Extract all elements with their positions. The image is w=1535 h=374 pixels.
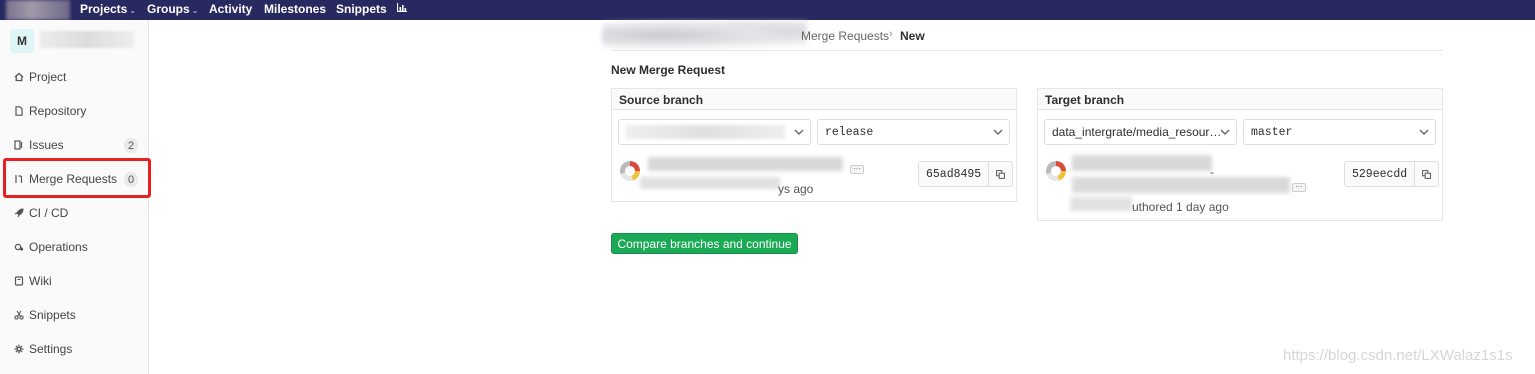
nav-projects[interactable]: Projects ⌄ <box>80 2 136 18</box>
target-branch-panel: Target branch data_intergrate/media_reso… <box>1037 88 1443 221</box>
source-branch-value: release <box>825 125 874 139</box>
commit-title-blurred[interactable] <box>648 157 843 171</box>
chevron-down-icon <box>1419 129 1429 135</box>
copy-sha-button[interactable] <box>1415 162 1438 186</box>
source-branch-header: Source branch <box>612 89 1016 110</box>
breadcrumb-current: New <box>900 29 925 43</box>
sidebar-item-label: Project <box>29 70 67 84</box>
target-project-value: data_intergrate/media_resour… <box>1052 125 1222 139</box>
target-branch-header: Target branch <box>1038 89 1442 110</box>
commit-dash: - <box>1210 165 1214 179</box>
target-branch-value: master <box>1251 125 1293 139</box>
target-project-select[interactable]: data_intergrate/media_resour… <box>1044 119 1237 145</box>
nav-groups-label: Groups <box>147 2 190 16</box>
divider <box>611 50 1443 51</box>
commit-title-blurred[interactable] <box>1072 155 1212 171</box>
sidebar-item-operations[interactable]: Operations <box>14 238 88 256</box>
sidebar-item-project[interactable]: Project <box>14 68 66 86</box>
sidebar-item-wiki[interactable]: Wiki <box>14 272 52 290</box>
issues-icon <box>14 140 24 150</box>
issues-count-badge: 2 <box>124 138 138 153</box>
sidebar-item-label: Settings <box>29 342 73 356</box>
cloud-gear-icon <box>14 242 24 252</box>
chevron-down-icon <box>794 129 804 135</box>
commit-subtitle-blurred <box>1072 177 1290 193</box>
sidebar-item-label: Repository <box>29 104 87 118</box>
sidebar-item-label: Wiki <box>29 274 52 288</box>
sidebar-item-label: Snippets <box>29 308 76 322</box>
compare-branches-button[interactable]: Compare branches and continue <box>611 233 798 254</box>
breadcrumb-blurred[interactable] <box>602 20 807 50</box>
sidebar-item-ci-cd[interactable]: CI / CD <box>14 204 68 222</box>
sidebar-item-issues[interactable]: Issues <box>14 136 64 154</box>
chevron-down-icon: ⌄ <box>191 6 199 15</box>
nav-snippets[interactable]: Snippets <box>336 2 387 16</box>
rocket-icon <box>14 208 24 218</box>
watermark: https://blog.csdn.net/LXWalaz1s1s <box>1283 347 1513 364</box>
commit-expand-button[interactable]: ··· <box>850 165 864 174</box>
scissors-icon <box>14 310 24 320</box>
home-icon <box>14 72 24 82</box>
project-name-blurred[interactable] <box>40 31 134 48</box>
source-project-select[interactable] <box>618 119 811 145</box>
source-sha-group: 65ad8495 <box>918 161 1014 187</box>
sidebar-item-repository[interactable]: Repository <box>14 102 86 120</box>
nav-milestones[interactable]: Milestones <box>264 2 326 16</box>
copy-sha-button[interactable] <box>989 162 1012 186</box>
sidebar-item-label: Issues <box>29 138 64 152</box>
source-project-blurred <box>625 125 785 139</box>
gear-icon <box>14 344 24 354</box>
page-title: New Merge Request <box>611 63 726 77</box>
target-sha-group: 529eecdd <box>1344 161 1440 187</box>
copy-icon <box>996 169 1006 179</box>
chevron-down-icon <box>1220 128 1230 136</box>
annotation-highlight <box>3 158 151 198</box>
top-navbar: Projects ⌄ Groups ⌄ Activity Milestones Sn… <box>0 0 1535 20</box>
doc-icon <box>14 106 24 116</box>
target-commit-sha[interactable]: 529eecdd <box>1345 162 1416 186</box>
copy-icon <box>1422 169 1432 179</box>
nav-projects-label: Projects <box>80 2 128 16</box>
source-branch-select[interactable]: release <box>817 119 1010 145</box>
project-avatar[interactable]: M <box>10 29 34 53</box>
sidebar-item-label: Operations <box>29 240 88 254</box>
chevron-down-icon: ⌄ <box>129 6 137 15</box>
sidebar-item-snippets[interactable]: Snippets <box>14 306 76 324</box>
chevron-down-icon <box>993 129 1003 135</box>
book-icon <box>14 276 24 286</box>
nav-groups[interactable]: Groups ⌄ <box>147 2 198 18</box>
source-branch-panel: Source branch release ··· ys ago 65ad849… <box>611 88 1017 202</box>
bar-chart-icon[interactable] <box>397 3 407 12</box>
sidebar-item-settings[interactable]: Settings <box>14 340 72 358</box>
source-commit-sha[interactable]: 65ad8495 <box>919 162 990 186</box>
commit-time: ys ago <box>778 182 814 196</box>
breadcrumb-merge-requests[interactable]: Merge Requests <box>801 29 889 43</box>
commit-author-blurred <box>1070 197 1132 211</box>
commit-author-avatar[interactable] <box>1046 161 1066 181</box>
breadcrumb-separator: › <box>889 28 893 40</box>
sidebar-item-label: CI / CD <box>29 206 69 220</box>
target-branch-select[interactable]: master <box>1243 119 1436 145</box>
nav-activity[interactable]: Activity <box>209 2 252 16</box>
commit-expand-button[interactable]: ··· <box>1292 183 1306 192</box>
commit-author-blurred <box>640 177 780 189</box>
logo-blurred[interactable] <box>6 0 70 20</box>
commit-author-avatar[interactable] <box>620 161 640 181</box>
commit-time: uthored 1 day ago <box>1132 200 1229 214</box>
